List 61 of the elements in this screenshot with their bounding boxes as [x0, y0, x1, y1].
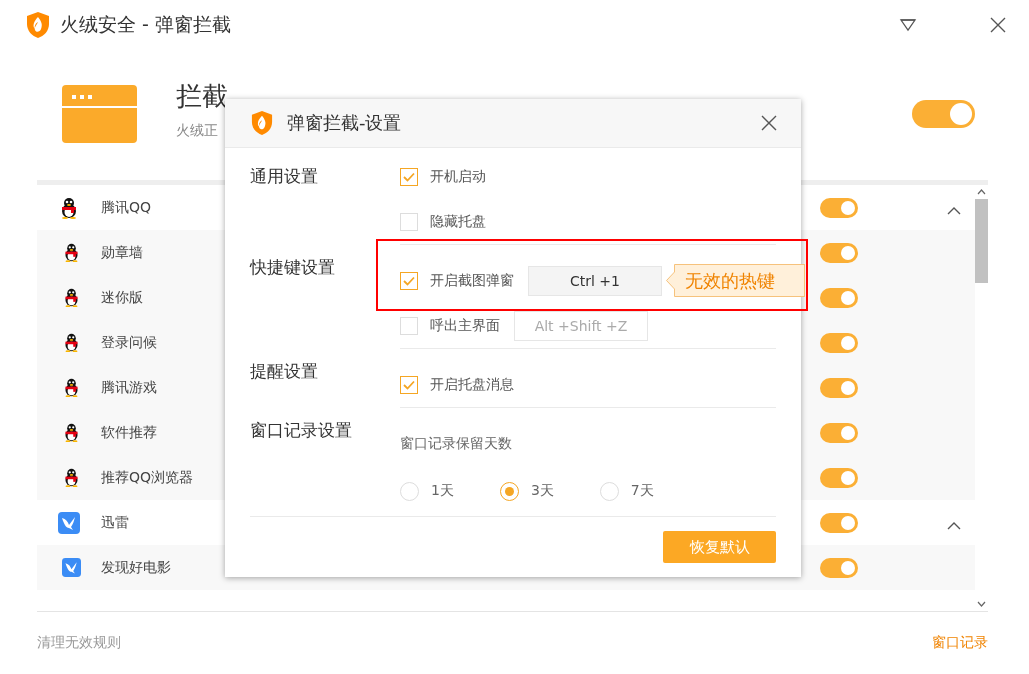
penguin-icon [62, 378, 81, 397]
penguin-icon [62, 468, 81, 487]
scroll-down-icon[interactable] [977, 601, 986, 607]
option-label: 开机启动 [430, 167, 486, 186]
penguin-icon [62, 288, 81, 307]
rule-name: 发现好电影 [101, 558, 171, 577]
toggle-switch[interactable] [820, 467, 858, 488]
checkbox[interactable] [400, 271, 418, 290]
penguin-icon [62, 243, 81, 262]
checkbox[interactable] [400, 212, 418, 231]
toggle-switch[interactable] [912, 100, 975, 128]
toggle-switch[interactable] [820, 287, 858, 308]
rule-name: 腾讯游戏 [101, 378, 157, 397]
toggle-switch[interactable] [820, 197, 858, 218]
bird-icon [62, 558, 81, 577]
rule-name: 勋章墙 [101, 243, 143, 262]
option-label: 隐藏托盘 [430, 212, 486, 231]
shield-logo-icon [251, 110, 273, 136]
rule-name: 登录问候 [101, 333, 157, 352]
penguin-icon [62, 423, 81, 442]
option-label: 开启截图弹窗 [430, 271, 514, 290]
section-label: 快捷键设置 [250, 256, 336, 279]
toggle-switch[interactable] [820, 512, 858, 533]
toggle-switch[interactable] [820, 242, 858, 263]
toggle-switch[interactable] [820, 422, 858, 443]
bird-icon [58, 511, 80, 534]
section-label: 通用设置 [250, 165, 319, 188]
checkbox[interactable] [400, 375, 418, 394]
section-label: 窗口记录设置 [250, 419, 353, 442]
checkbox[interactable] [400, 316, 418, 335]
checkbox[interactable] [400, 167, 418, 186]
hotkey-field[interactable]: Ctrl +1 [528, 265, 662, 296]
radio-button[interactable]: 3天 [499, 481, 554, 501]
toggle-switch[interactable] [820, 377, 858, 398]
option-label: 窗口记录保留天数 [400, 434, 512, 453]
scrollbar-thumb[interactable] [975, 199, 988, 283]
toggle-switch[interactable] [820, 332, 858, 353]
window-title: 火绒安全 - 弹窗拦截 [60, 12, 232, 37]
radio-button[interactable]: 7天 [599, 481, 654, 501]
shield-logo-icon [26, 11, 50, 39]
radio-button[interactable]: 1天 [400, 481, 454, 501]
dialog-title: 弹窗拦截-设置 [287, 111, 403, 135]
scroll-up-icon[interactable] [977, 189, 986, 195]
window-icon [62, 85, 137, 143]
rule-name: 软件推荐 [101, 423, 157, 442]
checkmark-icon [403, 379, 415, 390]
checkmark-icon [403, 171, 415, 182]
checkmark-icon [403, 275, 415, 286]
rule-name: 迅雷 [101, 513, 129, 532]
page-subtitle: 火绒正 [176, 122, 218, 140]
rule-name: 腾讯QQ [101, 198, 152, 217]
penguin-icon [62, 333, 81, 352]
close-icon[interactable] [989, 16, 1007, 34]
rule-name: 迷你版 [101, 288, 143, 307]
close-icon[interactable] [761, 115, 777, 131]
option-label: 开启托盘消息 [430, 375, 514, 394]
error-tooltip: 无效的热键 [675, 264, 805, 297]
section-label: 提醒设置 [250, 360, 319, 383]
rule-name: 推荐QQ浏览器 [101, 468, 194, 487]
toggle-switch[interactable] [820, 557, 858, 578]
option-label: 呼出主界面 [430, 316, 500, 335]
